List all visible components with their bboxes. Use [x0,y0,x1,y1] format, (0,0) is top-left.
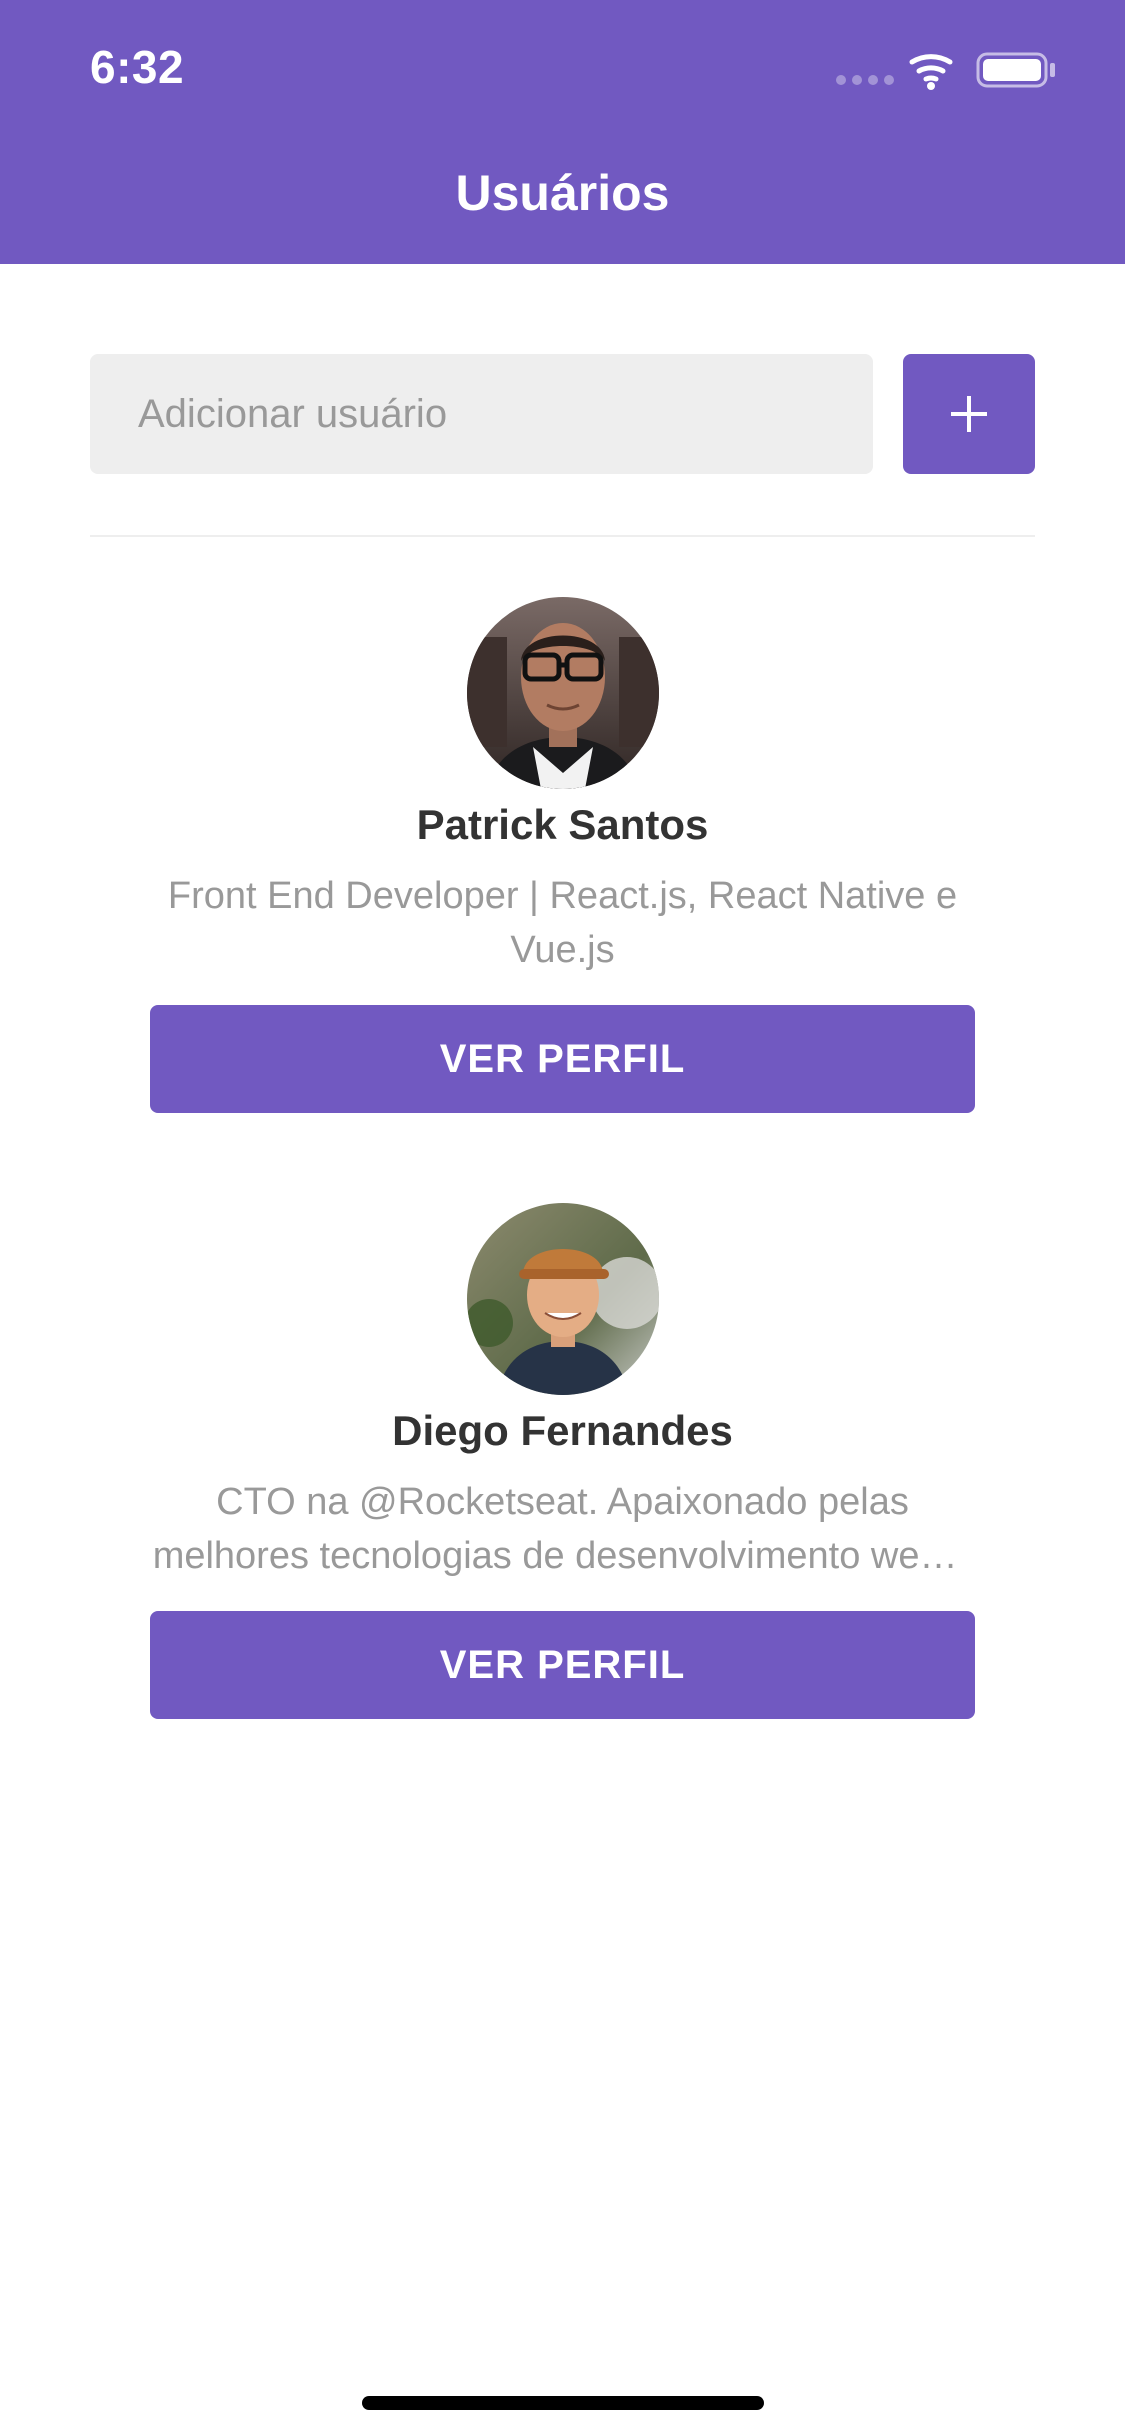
avatar [467,1203,659,1395]
app-screen: 6:32 Usuários Adicionar usuário Patrick … [0,0,1125,2436]
user-bio: CTO na @Rocketseat. Apaixonado pelas mel… [152,1481,973,1577]
plus-icon [951,396,987,432]
user-bio: Front End Developer | React.js, React Na… [167,875,958,971]
add-user-input[interactable] [90,354,873,474]
page-title: Usuários [455,165,670,221]
add-user-button[interactable] [903,354,1035,474]
view-profile-button[interactable]: VER PERFIL [150,1005,975,1113]
battery-icon [976,52,1055,88]
header: 6:32 Usuários [0,0,1125,264]
home-indicator[interactable] [362,2396,764,2410]
wifi-dot [927,82,935,90]
user-name: Patrick Santos [416,801,709,848]
divider [90,535,1035,537]
status-time: 6:32 [90,41,185,93]
user-name: Diego Fernandes [392,1407,733,1454]
avatar [467,597,659,789]
wifi-icon [909,54,953,82]
view-profile-button[interactable]: VER PERFIL [150,1611,975,1719]
status-icons [836,52,1055,90]
signal-dots-icon [836,75,894,85]
